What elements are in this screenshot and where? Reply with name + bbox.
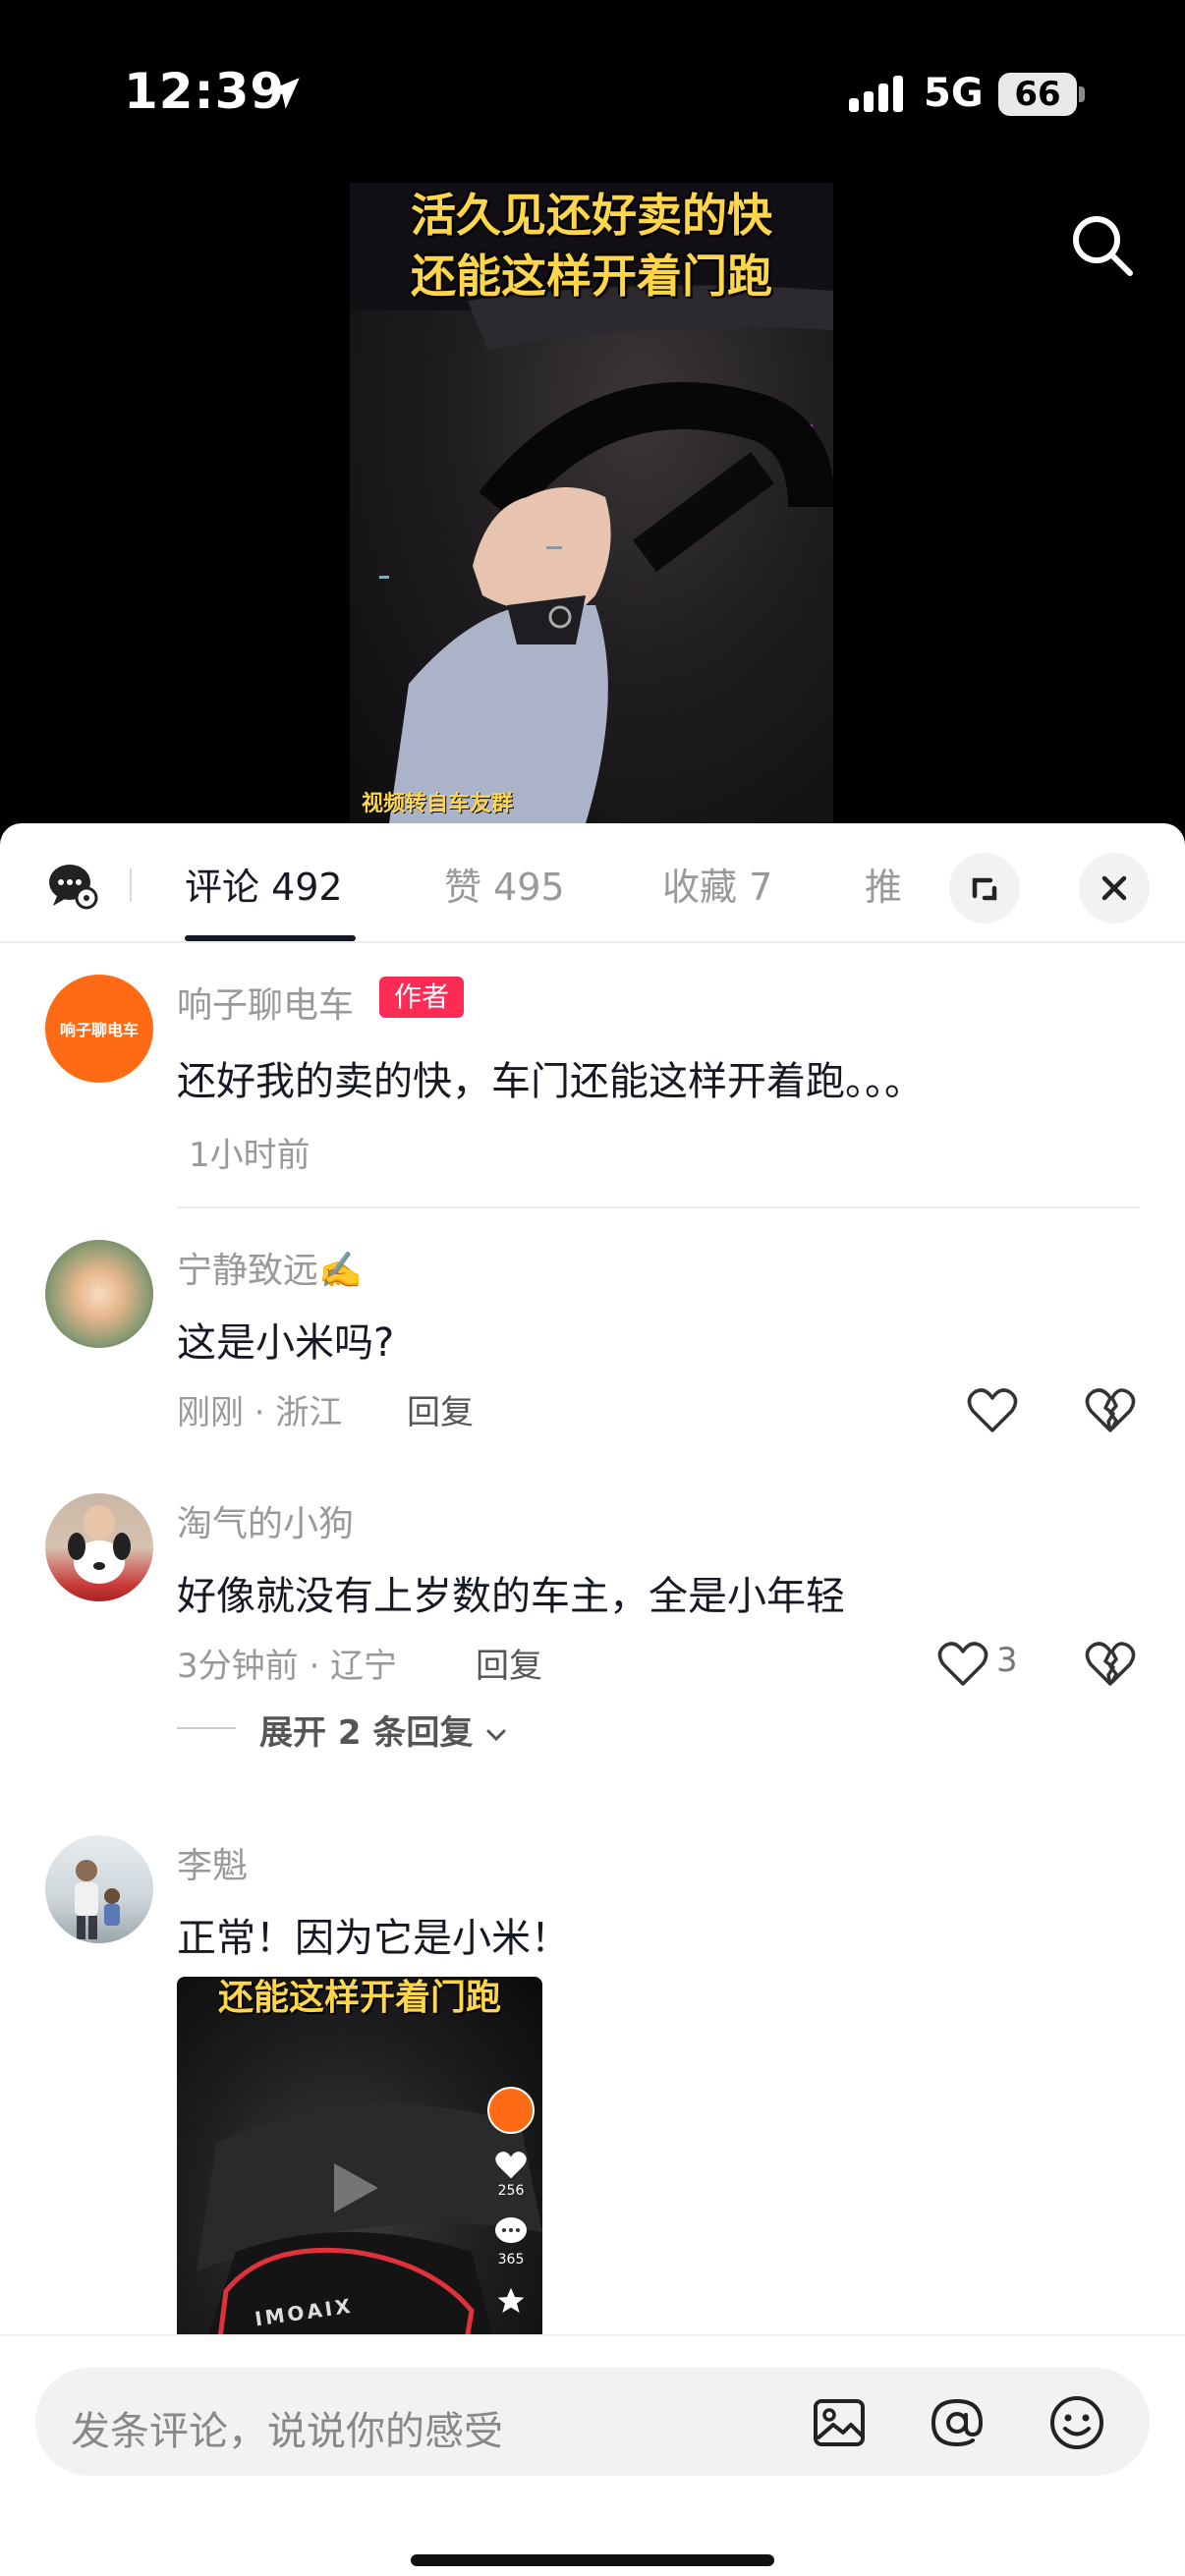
close-icon xyxy=(1101,875,1127,901)
mini-star-icon xyxy=(497,2287,525,2313)
active-tab-indicator xyxy=(185,935,356,941)
comment-text[interactable]: 还好我的卖的快，车门还能这样开着跑。。。 xyxy=(177,1049,924,1106)
comment-meta: 3分钟前 · 辽宁 xyxy=(177,1647,398,1686)
tab-divider xyxy=(130,868,132,902)
network-type: 5G xyxy=(924,71,984,116)
dislike-broken-heart-icon[interactable] xyxy=(1085,1641,1136,1688)
avatar[interactable] xyxy=(45,1240,153,1348)
tab-favorites[interactable]: 收藏 7 xyxy=(662,857,772,911)
avatar-people-illustration xyxy=(75,1860,120,1939)
comment-input-bar: 发条评论，说说你的感受 xyxy=(0,2334,1185,2576)
comment-settings-icon[interactable] xyxy=(47,861,98,910)
location-arrow-icon xyxy=(268,78,300,109)
comment-time: 1小时前 xyxy=(189,1136,310,1175)
status-bar: 12:39 5G 66 xyxy=(0,0,1185,187)
like-heart-icon[interactable] xyxy=(967,1387,1018,1434)
battery-icon: 66 xyxy=(998,73,1077,116)
comment-tab-bar: 评论 492 赞 495 收藏 7 推 xyxy=(0,823,1185,943)
avatar-logo-text: 响子聊电车 xyxy=(59,1021,139,1039)
reply-button[interactable]: 回复 xyxy=(407,1385,474,1433)
divider xyxy=(177,1206,1140,1208)
mini-comment-count: 365 xyxy=(497,2252,525,2268)
image-picker-icon[interactable] xyxy=(810,2393,869,2452)
comment-meta: 刚刚 · 浙江 xyxy=(177,1393,343,1432)
mini-like-count: 256 xyxy=(497,2183,525,2199)
comment-text[interactable]: 正常！因为它是小米！ xyxy=(177,1906,570,1963)
like-count: 3 xyxy=(996,1641,1018,1680)
comments-panel: 评论 492 赞 495 收藏 7 推 响子聊电车 响子聊电车 作者 还好我的卖… xyxy=(0,823,1185,2576)
comment-image-illustration xyxy=(197,2103,542,2370)
comment-attached-image[interactable]: 还能这样开着门跑 XIAOMI 256 365 xyxy=(177,1977,542,2370)
video-player[interactable]: 活久见还好卖的快 还能这样开着门跑 视频转自车友群 xyxy=(350,183,833,823)
comment-input-placeholder: 发条评论，说说你的感受 xyxy=(71,2409,503,2454)
comment-author[interactable]: 宁静致远✍️ xyxy=(177,1242,363,1293)
expand-icon xyxy=(972,877,997,901)
comment-author[interactable]: 响子聊电车 xyxy=(177,977,354,1028)
close-button[interactable] xyxy=(1079,853,1150,924)
avatar-dog-illustration xyxy=(68,1505,131,1584)
expand-button[interactable] xyxy=(949,853,1020,924)
expand-replies-label: 展开 2 条回复 xyxy=(259,1713,474,1753)
battery-tip xyxy=(1079,86,1085,102)
comment-author[interactable]: 淘气的小狗 xyxy=(177,1495,354,1546)
avatar[interactable] xyxy=(45,1835,153,1943)
mini-avatar xyxy=(487,2087,535,2134)
avatar[interactable]: 响子聊电车 xyxy=(45,975,153,1083)
comment-text[interactable]: 好像就没有上岁数的车主，全是小年轻 xyxy=(177,1564,845,1621)
emoji-icon[interactable] xyxy=(1047,2393,1106,2452)
chevron-down-icon xyxy=(486,1729,506,1741)
video-title-overlay: 活久见还好卖的快 还能这样开着门跑 xyxy=(350,185,833,307)
expand-replies-line xyxy=(177,1727,236,1729)
reply-button[interactable]: 回复 xyxy=(476,1639,542,1687)
mini-heart-icon xyxy=(495,2152,527,2179)
author-badge: 作者 xyxy=(379,977,464,1018)
status-time: 12:39 xyxy=(124,63,286,120)
comment-author[interactable]: 李魁 xyxy=(177,1837,248,1888)
cellular-signal-icon xyxy=(849,76,903,112)
home-indicator xyxy=(411,2554,774,2566)
tab-likes[interactable]: 赞 495 xyxy=(444,857,565,911)
expand-replies-button[interactable]: 展开 2 条回复 xyxy=(259,1706,508,1754)
like-heart-icon[interactable] xyxy=(937,1641,988,1688)
dislike-broken-heart-icon[interactable] xyxy=(1085,1387,1136,1434)
mini-comment-icon xyxy=(495,2217,527,2243)
video-caption: 视频转自车友群 xyxy=(362,792,514,816)
search-icon[interactable] xyxy=(1067,210,1138,281)
comment-input[interactable]: 发条评论，说说你的感受 xyxy=(35,2368,1150,2476)
mention-at-icon[interactable] xyxy=(928,2393,987,2452)
video-title-line2: 还能这样开着门跑 xyxy=(411,250,772,303)
comment-image-title: 还能这样开着门跑 xyxy=(217,1978,501,2018)
comment-text[interactable]: 这是小米吗? xyxy=(177,1311,394,1368)
tab-comments[interactable]: 评论 492 xyxy=(185,857,343,911)
tab-more[interactable]: 推 xyxy=(865,857,904,911)
avatar[interactable] xyxy=(45,1493,153,1601)
video-title-line1: 活久见还好卖的快 xyxy=(411,189,772,242)
